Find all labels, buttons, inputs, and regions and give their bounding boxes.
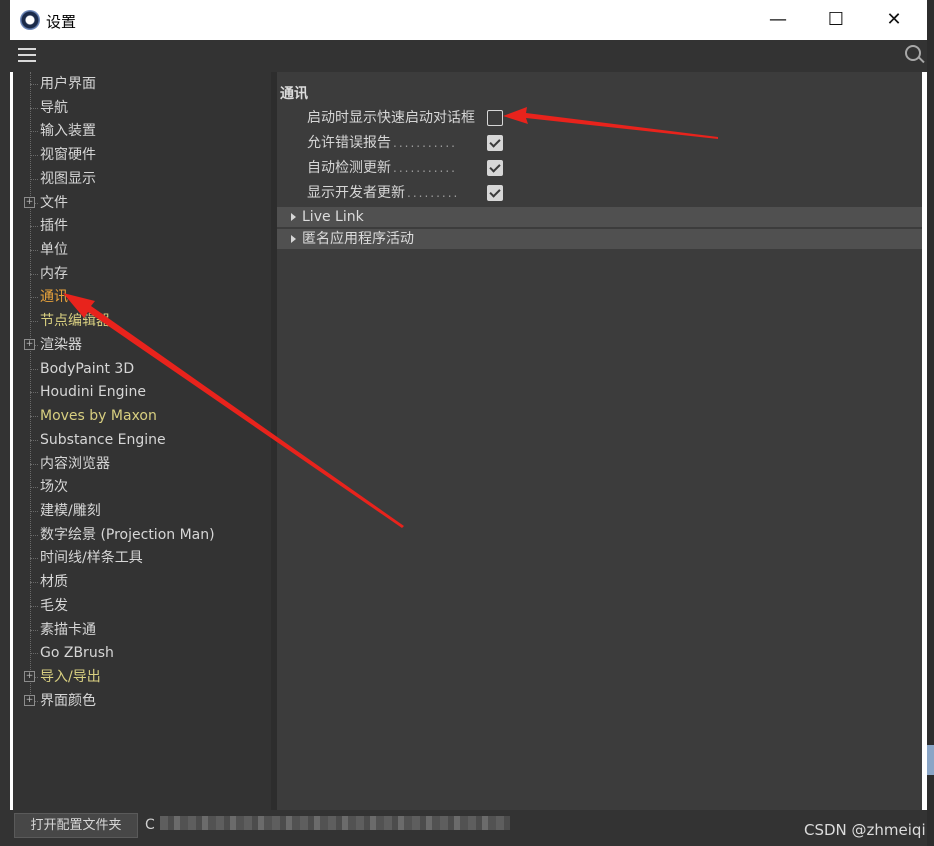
tree-item[interactable]: 建模/雕刻 <box>40 500 101 522</box>
option-label: 显示开发者更新 <box>307 185 405 201</box>
tree-connector <box>30 368 38 370</box>
tree-item[interactable]: 视图显示 <box>40 168 96 190</box>
tree-connector <box>30 582 38 584</box>
settings-category-tree: 用户界面 导航 输入装置 视窗硬件 视图显示 + 文件 插件 单位 内存 通讯 节点编辑器 + 渲染器 Bo… <box>13 72 271 810</box>
tree-item[interactable]: 场次 <box>40 476 68 498</box>
tree-item[interactable]: 时间线/样条工具 <box>40 547 143 569</box>
tree-item[interactable]: Go ZBrush <box>40 642 114 664</box>
maximize-button[interactable]: ☐ <box>807 0 865 40</box>
window-title: 设置 <box>46 13 77 31</box>
bottom-bar: 打开配置文件夹 C <box>10 810 927 846</box>
tree-item[interactable]: Substance Engine <box>40 429 166 451</box>
tree-connector <box>30 629 38 631</box>
option-checkbox[interactable] <box>487 110 503 126</box>
tree-connector <box>30 250 38 252</box>
tree-connector <box>30 392 38 394</box>
settings-content-panel: 通讯 启动时显示快速启动对话框 允许错误报告........... 自动检测更新..… <box>277 72 922 810</box>
expand-arrow-icon <box>291 235 296 243</box>
tree-expand-plus-icon[interactable]: + <box>24 671 35 682</box>
tree-item[interactable]: 素描卡通 <box>40 619 96 641</box>
tree-connector <box>30 84 38 85</box>
tree-item[interactable]: 数字绘景 (Projection Man) <box>40 524 215 546</box>
redacted-config-path <box>160 816 510 830</box>
tree-item[interactable]: 单位 <box>40 239 68 261</box>
collapsible-group-header[interactable]: Live Link <box>277 207 922 227</box>
option-checkbox[interactable] <box>487 160 503 176</box>
tree-item[interactable]: 导航 <box>40 97 68 119</box>
tree-connector <box>30 178 38 180</box>
option-label: 自动检测更新 <box>307 160 391 176</box>
cinema4d-app-icon <box>20 10 40 30</box>
tree-expand-plus-icon[interactable]: + <box>24 196 35 208</box>
tree-connector <box>30 463 38 465</box>
group-label: 匿名应用程序活动 <box>302 231 414 247</box>
tree-connector <box>30 155 38 157</box>
desktop-blue-chip <box>927 745 934 775</box>
tree-connector <box>30 653 38 655</box>
tree-connector <box>30 107 38 109</box>
tree-connector <box>30 297 38 299</box>
search-icon[interactable] <box>905 45 921 61</box>
tree-connector <box>30 534 38 536</box>
tree-item[interactable]: 渲染器 <box>40 334 82 356</box>
close-button[interactable]: ✕ <box>865 0 923 40</box>
tree-item[interactable]: 材质 <box>40 571 68 593</box>
tree-item[interactable]: 插件 <box>40 215 68 237</box>
open-config-folder-button[interactable]: 打开配置文件夹 <box>14 813 138 838</box>
tree-item[interactable]: Houdini Engine <box>40 381 146 403</box>
tree-connector <box>30 131 38 133</box>
hamburger-menu-icon[interactable] <box>18 48 36 62</box>
option-checkbox[interactable] <box>487 185 503 201</box>
tree-connector <box>30 439 38 441</box>
tree-item[interactable]: 视窗硬件 <box>40 144 96 166</box>
tree-item[interactable]: 通讯 <box>40 286 68 308</box>
option-label: 启动时显示快速启动对话框 <box>307 110 475 126</box>
tree-item[interactable]: 节点编辑器 <box>40 310 110 332</box>
minimize-button[interactable]: — <box>749 0 807 40</box>
tree-connector <box>30 487 38 489</box>
tree-connector <box>30 416 38 418</box>
tree-connector <box>30 510 38 512</box>
desktop-background-right <box>927 0 934 846</box>
tree-item[interactable]: 文件 <box>40 192 68 214</box>
tree-item[interactable]: Moves by Maxon <box>40 405 157 427</box>
tree-item[interactable]: BodyPaint 3D <box>40 358 134 380</box>
title-bar[interactable]: 设置 — ☐ ✕ <box>10 0 927 40</box>
collapsible-group-header[interactable]: 匿名应用程序活动 <box>277 229 922 249</box>
tree-item[interactable]: 毛发 <box>40 595 68 617</box>
expand-arrow-icon <box>291 213 296 221</box>
option-checkbox[interactable] <box>487 135 503 151</box>
tree-item[interactable]: 界面颜色 <box>40 690 96 712</box>
tree-connector <box>30 226 38 228</box>
tree-item[interactable]: 用户界面 <box>40 73 96 95</box>
tree-item[interactable]: 内容浏览器 <box>40 453 110 475</box>
group-label: Live Link <box>302 209 364 225</box>
tree-connector <box>30 321 38 323</box>
tree-expand-plus-icon[interactable]: + <box>24 338 35 350</box>
section-title: 通讯 <box>280 86 308 102</box>
tree-connector <box>30 558 38 560</box>
settings-toolbar <box>10 40 927 72</box>
tree-item[interactable]: 导入/导出 <box>40 666 101 688</box>
option-label: 允许错误报告 <box>307 135 391 151</box>
tree-expand-plus-icon[interactable]: + <box>24 694 35 706</box>
tree-item[interactable]: 输入装置 <box>40 120 96 142</box>
config-path-text: C <box>145 817 155 833</box>
tree-connector <box>30 605 38 607</box>
settings-window: 设置 — ☐ ✕ 用户界面 导航 输入装置 视窗硬件 视图显示 + 文件 插件 单位 内存 通讯 节点… <box>10 0 927 846</box>
csdn-watermark: CSDN @zhmeiqi <box>804 821 926 839</box>
tree-guide-line <box>30 72 31 702</box>
tree-connector <box>30 273 38 275</box>
desktop-background-left <box>0 0 10 846</box>
tree-item[interactable]: 内存 <box>40 263 68 285</box>
